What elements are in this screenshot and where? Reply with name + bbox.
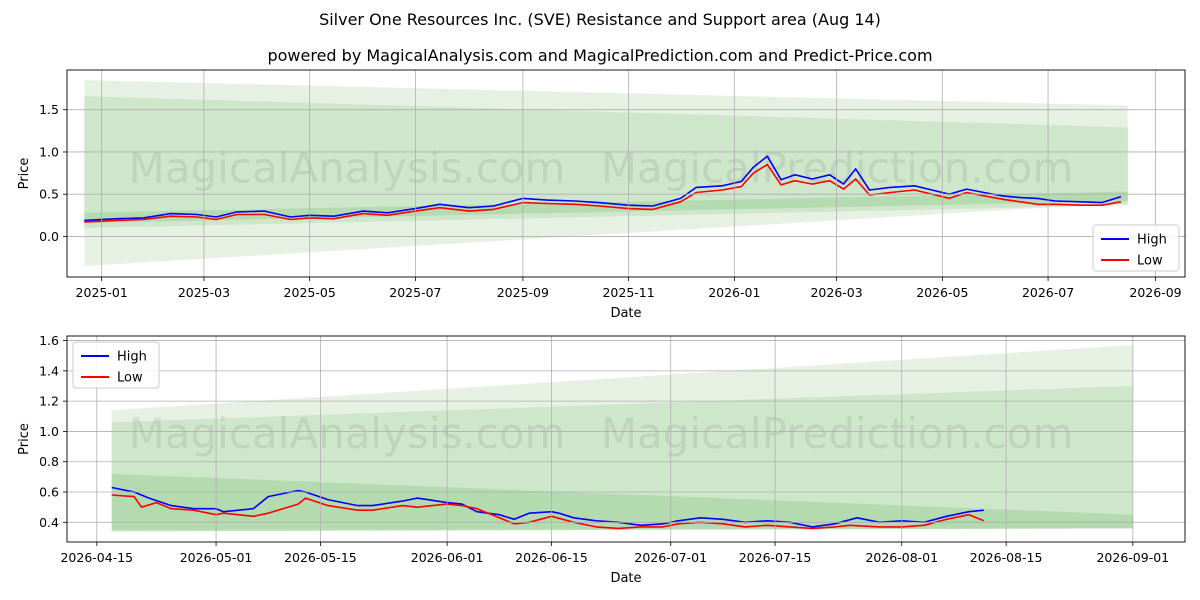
x-tick-label: 2025-03 (178, 285, 230, 300)
x-tick-label: 2025-01 (76, 285, 128, 300)
x-tick-label: 2026-08-01 (865, 550, 938, 565)
x-tick-label: 2025-11 (602, 285, 654, 300)
x-tick-label: 2026-05 (916, 285, 968, 300)
x-tick-label: 2026-03 (810, 285, 862, 300)
legend-label-low: Low (117, 371, 143, 386)
y-tick-label: 1.6 (39, 333, 59, 348)
price-chart-full-range: MagicalAnalysis.com MagicalPrediction.com… (17, 69, 1186, 586)
x-axis-label: Date (610, 306, 641, 321)
legend-label-low: Low (1137, 254, 1163, 269)
x-tick-label: 2026-01 (708, 285, 760, 300)
y-axis-label: Price (17, 423, 32, 455)
y-tick-label: 0.8 (39, 454, 59, 469)
x-tick-label: 2026-05-15 (284, 550, 357, 565)
chart-1: MagicalAnalysis.com MagicalPrediction.com… (63, 69, 1186, 281)
y-tick-label: 0.5 (39, 187, 59, 202)
plot-area: MagicalAnalysis.com MagicalPrediction.com (111, 345, 1133, 532)
x-tick-label: 2026-08-15 (970, 550, 1043, 565)
x-tick-label: 2026-06-15 (515, 550, 588, 565)
legend-label-high: High (1137, 233, 1167, 248)
x-tick-label: 2026-09-01 (1096, 550, 1169, 565)
x-tick-label: 2026-04-15 (60, 550, 133, 565)
y-tick-label: 0.0 (39, 229, 59, 244)
watermark: MagicalPrediction.com (601, 409, 1074, 458)
x-tick-label: 2026-06-01 (411, 550, 484, 565)
plot-area: MagicalAnalysis.com MagicalPrediction.com (84, 80, 1128, 267)
x-axis-label: Date (610, 571, 641, 586)
y-tick-label: 1.0 (39, 424, 59, 439)
legend-label-high: High (117, 350, 147, 365)
y-tick-label: 0.6 (39, 485, 59, 500)
y-tick-label: 1.0 (39, 144, 59, 159)
x-tick-label: 2026-05-01 (180, 550, 253, 565)
x-tick-label: 2025-07 (389, 285, 441, 300)
y-tick-label: 1.2 (39, 394, 59, 409)
x-tick-label: 2026-07 (1022, 285, 1074, 300)
x-tick-label: 2026-07-01 (634, 550, 707, 565)
y-axis-label: Price (17, 158, 32, 190)
y-tick-label: 0.4 (39, 515, 59, 530)
chart-2: MagicalAnalysis.com MagicalPrediction.com… (63, 335, 1186, 546)
watermark: MagicalAnalysis.com (129, 409, 566, 458)
x-tick-label: 2025-09 (497, 285, 549, 300)
x-tick-label: 2025-05 (284, 285, 336, 300)
x-tick-label: 2026-07-15 (739, 550, 812, 565)
watermark: MagicalAnalysis.com (129, 143, 566, 192)
legend: High Low (1092, 224, 1180, 272)
y-tick-label: 1.4 (39, 363, 59, 378)
legend: High Low (72, 341, 160, 389)
y-tick-label: 1.5 (39, 102, 59, 117)
x-tick-label: 2026-09 (1129, 285, 1181, 300)
